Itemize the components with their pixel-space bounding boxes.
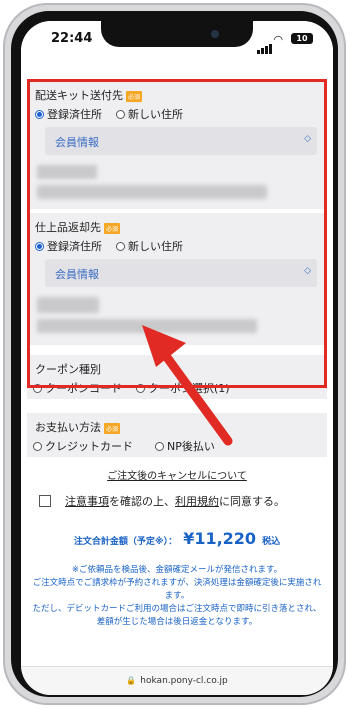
cancel-policy-link[interactable]: ご注文後のキャンセルについて — [21, 467, 333, 483]
agree-row: 注意事項を確認の上、利用規約に同意する。 — [21, 483, 333, 509]
delivery-radio-registered[interactable]: 登録済住所 — [35, 105, 102, 123]
payment-radio-group: クレジットカード NP後払い — [27, 435, 327, 455]
notes-text: ※ご依頼品を検品後、金額確定メールが発信されます。 ご注文時点でご請求枠が予約さ… — [21, 564, 333, 629]
order-total: 注文合計金額（予定※）： ¥11,220 税込 — [21, 529, 333, 548]
page-content: 配送キット送付先 必須 登録済住所 新しい住所 会員情報 ◇ 仕上品返却先 必須… — [21, 57, 333, 629]
agree-text-1: を確認の上、 — [109, 495, 175, 508]
delivery-title: 配送キット送付先 必須 — [27, 81, 327, 103]
coupon-section: クーポン種別 クーポンコード クーポン選択(1) — [27, 355, 327, 399]
delivery-address-select[interactable]: 会員情報 ◇ — [45, 127, 317, 155]
notes-link[interactable]: 注意事項 — [65, 495, 109, 508]
delivery-title-text: 配送キット送付先 — [35, 89, 123, 102]
radio-icon — [136, 383, 145, 393]
terms-link[interactable]: 利用規約 — [175, 495, 219, 508]
coupon-title: クーポン種別 — [35, 363, 101, 376]
agree-text-2: に同意する。 — [219, 495, 285, 508]
payment-title: お支払い方法 必須 — [27, 413, 327, 435]
payment-radio-card[interactable]: クレジットカード — [33, 437, 133, 455]
return-title: 仕上品返却先 必須 — [27, 213, 327, 235]
radio-label: 登録済住所 — [47, 108, 102, 121]
radio-icon — [116, 109, 125, 119]
radio-label: クーポン選択(1) — [148, 382, 230, 395]
radio-icon — [33, 441, 42, 451]
url-bar[interactable]: 🔒 hokan.pony-cl.co.jp — [21, 666, 333, 695]
payment-radio-np[interactable]: NP後払い — [155, 437, 215, 455]
radio-icon — [33, 383, 42, 393]
payment-title-text: お支払い方法 — [35, 421, 101, 434]
required-badge: 必須 — [126, 90, 143, 102]
total-label: 注文合計金額（予定※）： — [73, 537, 178, 547]
radio-selected-icon — [35, 109, 44, 119]
note-line-2: ご注文時点でご請求枠が予約されますが、決済処理は金額確定後に実施されます。 — [32, 578, 322, 601]
signal-icon — [257, 35, 273, 54]
battery-icon: 10 — [291, 33, 313, 44]
phone-screen: 22:44 ◠ 10 配送キット送付先 必須 登録済住所 新しい住所 会員情報 ◇ — [21, 21, 333, 695]
notch — [101, 21, 253, 47]
required-badge: 必須 — [104, 422, 121, 434]
delivery-radio-group: 登録済住所 新しい住所 — [27, 103, 327, 123]
select-value: 会員情報 — [55, 136, 99, 149]
radio-label: クレジットカード — [45, 440, 133, 453]
radio-label: クーポンコード — [45, 382, 122, 395]
delivery-section: 配送キット送付先 必須 登録済住所 新しい住所 会員情報 ◇ — [27, 81, 327, 209]
return-radio-new[interactable]: 新しい住所 — [116, 237, 183, 255]
return-title-text: 仕上品返却先 — [35, 221, 101, 234]
phone-frame: 22:44 ◠ 10 配送キット送付先 必須 登録済住所 新しい住所 会員情報 ◇ — [3, 3, 346, 705]
coupon-radio-code[interactable]: クーポンコード — [33, 379, 122, 397]
status-bar: 22:44 ◠ 10 — [21, 21, 333, 57]
url-text: hokan.pony-cl.co.jp — [140, 676, 228, 686]
total-tax: 税込 — [262, 537, 281, 547]
required-badge: 必須 — [104, 222, 121, 234]
return-address-redacted — [27, 293, 327, 345]
radio-label: 登録済住所 — [47, 240, 102, 253]
chevron-updown-icon: ◇ — [304, 134, 311, 144]
return-address-select[interactable]: 会員情報 ◇ — [45, 259, 317, 287]
status-time: 22:44 — [51, 31, 93, 46]
return-radio-group: 登録済住所 新しい住所 — [27, 235, 327, 255]
payment-section: お支払い方法 必須 クレジットカード NP後払い — [27, 413, 327, 457]
agree-text: 注意事項を確認の上、利用規約に同意する。 — [65, 493, 285, 509]
note-line-3: ただし、デビットカードご利用の場合はご注文時点で即時に引き落とされ、差額が生じた… — [32, 604, 322, 627]
radio-selected-icon — [35, 241, 44, 251]
radio-icon — [116, 241, 125, 251]
delivery-radio-new[interactable]: 新しい住所 — [116, 105, 183, 123]
chevron-updown-icon: ◇ — [304, 266, 311, 276]
wifi-icon: ◠ — [274, 33, 283, 46]
radio-label: 新しい住所 — [128, 240, 183, 253]
note-line-1: ※ご依頼品を検品後、金額確定メールが発信されます。 — [71, 565, 283, 575]
return-radio-registered[interactable]: 登録済住所 — [35, 237, 102, 255]
radio-label: NP後払い — [167, 440, 215, 453]
lock-icon: 🔒 — [126, 676, 137, 685]
radio-icon — [155, 441, 164, 451]
agree-checkbox[interactable] — [39, 495, 51, 507]
total-amount: ¥11,220 — [183, 529, 257, 548]
select-value: 会員情報 — [55, 268, 99, 281]
coupon-radio-select[interactable]: クーポン選択(1) — [136, 379, 230, 397]
camera-dot — [211, 30, 219, 38]
radio-label: 新しい住所 — [128, 108, 183, 121]
delivery-address-redacted — [27, 161, 327, 209]
coupon-radio-group: クーポンコード クーポン選択(1) — [27, 377, 327, 397]
return-section: 仕上品返却先 必須 登録済住所 新しい住所 会員情報 ◇ — [27, 213, 327, 345]
